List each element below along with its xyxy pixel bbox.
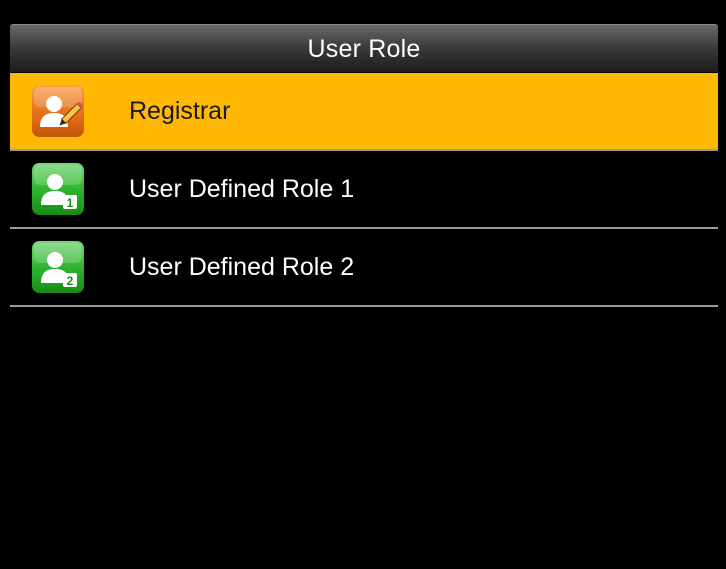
- device-screen: User Role Registrar 1 User Defined Role …: [0, 0, 726, 569]
- title-bar: User Role: [10, 24, 718, 72]
- role-menu: Registrar 1 User Defined Role 1 2 User D…: [10, 73, 718, 307]
- menu-item-label: User Defined Role 1: [129, 175, 355, 203]
- user-edit-icon: [32, 85, 84, 137]
- role-2-badge: 2: [67, 274, 74, 288]
- user-role-2-icon: 2: [32, 241, 84, 293]
- menu-item-user-defined-role-1[interactable]: 1 User Defined Role 1: [10, 151, 718, 229]
- menu-item-label: Registrar: [129, 97, 231, 125]
- menu-item-registrar[interactable]: Registrar: [10, 73, 718, 151]
- menu-item-label: User Defined Role 2: [129, 253, 355, 281]
- role-1-badge: 1: [67, 196, 74, 210]
- page-title: User Role: [307, 35, 421, 63]
- user-role-1-icon: 1: [32, 163, 84, 215]
- menu-item-user-defined-role-2[interactable]: 2 User Defined Role 2: [10, 229, 718, 307]
